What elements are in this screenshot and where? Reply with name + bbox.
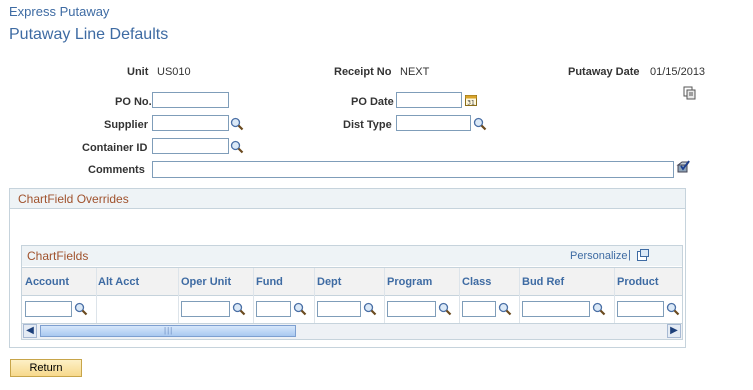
column-header-fund[interactable]: Fund bbox=[256, 276, 283, 288]
receipt-no-label: Receipt No bbox=[334, 66, 392, 78]
column-header-oper-unit[interactable]: Oper Unit bbox=[181, 276, 231, 288]
breadcrumb: Express Putaway bbox=[9, 4, 110, 19]
calendar-icon[interactable]: 31 bbox=[464, 93, 478, 107]
dept-input[interactable] bbox=[317, 301, 361, 317]
product-lookup-icon[interactable] bbox=[666, 302, 680, 316]
class-input[interactable] bbox=[462, 301, 496, 317]
dist-type-lookup-icon[interactable] bbox=[473, 117, 487, 131]
column-divider bbox=[178, 268, 179, 323]
column-divider bbox=[459, 268, 460, 323]
oper-unit-input[interactable] bbox=[181, 301, 230, 317]
supplier-input[interactable] bbox=[152, 115, 229, 131]
page-title: Putaway Line Defaults bbox=[9, 26, 169, 43]
scroll-left-button[interactable]: ◀ bbox=[23, 324, 37, 338]
scrollbar-grip-icon: ||| bbox=[164, 326, 174, 335]
column-header-alt-acct[interactable]: Alt Acct bbox=[98, 276, 139, 288]
bud-ref-lookup-icon[interactable] bbox=[592, 302, 606, 316]
supplier-label: Supplier bbox=[104, 119, 149, 131]
supplier-lookup-icon[interactable] bbox=[230, 117, 244, 131]
product-input[interactable] bbox=[617, 301, 664, 317]
column-header-class[interactable]: Class bbox=[462, 276, 491, 288]
putaway-date-label: Putaway Date bbox=[568, 66, 640, 78]
chartfield-overrides-title: ChartField Overrides bbox=[18, 192, 129, 206]
copy-icon[interactable] bbox=[683, 86, 697, 100]
personalize-separator: | bbox=[628, 249, 631, 261]
column-divider bbox=[96, 268, 97, 323]
oper-unit-lookup-icon[interactable] bbox=[232, 302, 246, 316]
dist-type-input[interactable] bbox=[396, 115, 471, 131]
po-no-input[interactable] bbox=[152, 92, 229, 108]
program-lookup-icon[interactable] bbox=[438, 302, 452, 316]
column-divider bbox=[314, 268, 315, 323]
personalize-link[interactable]: Personalize bbox=[570, 250, 627, 262]
receipt-no-value: NEXT bbox=[400, 66, 430, 78]
column-header-program[interactable]: Program bbox=[387, 276, 432, 288]
new-window-icon[interactable] bbox=[636, 248, 650, 262]
return-button[interactable]: Return bbox=[10, 359, 82, 377]
putaway-date-value: 01/15/2013 bbox=[650, 66, 706, 78]
po-no-label: PO No. bbox=[115, 96, 152, 108]
container-id-input[interactable] bbox=[152, 138, 229, 154]
column-header-dept[interactable]: Dept bbox=[317, 276, 341, 288]
column-header-bud-ref[interactable]: Bud Ref bbox=[522, 276, 564, 288]
po-date-label: PO Date bbox=[351, 96, 394, 108]
spellcheck-icon[interactable] bbox=[676, 160, 690, 174]
bud-ref-input[interactable] bbox=[522, 301, 590, 317]
comments-input[interactable] bbox=[152, 161, 674, 178]
chartfields-grid-title: ChartFields bbox=[27, 249, 89, 263]
column-header-product[interactable]: Product bbox=[617, 276, 659, 288]
column-divider bbox=[614, 268, 615, 323]
scroll-right-button[interactable]: ▶ bbox=[667, 324, 681, 338]
program-input[interactable] bbox=[387, 301, 436, 317]
column-header-account[interactable]: Account bbox=[25, 276, 69, 288]
dept-lookup-icon[interactable] bbox=[363, 302, 377, 316]
unit-value: US010 bbox=[157, 66, 191, 78]
account-lookup-icon[interactable] bbox=[74, 302, 88, 316]
svg-text:31: 31 bbox=[467, 100, 475, 107]
column-divider bbox=[253, 268, 254, 323]
account-input[interactable] bbox=[25, 301, 72, 317]
po-date-input[interactable] bbox=[396, 92, 462, 108]
container-id-label: Container ID bbox=[82, 142, 148, 154]
dist-type-label: Dist Type bbox=[343, 119, 392, 131]
class-lookup-icon[interactable] bbox=[498, 302, 512, 316]
comments-label: Comments bbox=[88, 164, 145, 176]
fund-input[interactable] bbox=[256, 301, 291, 317]
column-divider bbox=[519, 268, 520, 323]
fund-lookup-icon[interactable] bbox=[293, 302, 307, 316]
unit-label: Unit bbox=[127, 66, 149, 78]
container-id-lookup-icon[interactable] bbox=[230, 140, 244, 154]
column-divider bbox=[384, 268, 385, 323]
